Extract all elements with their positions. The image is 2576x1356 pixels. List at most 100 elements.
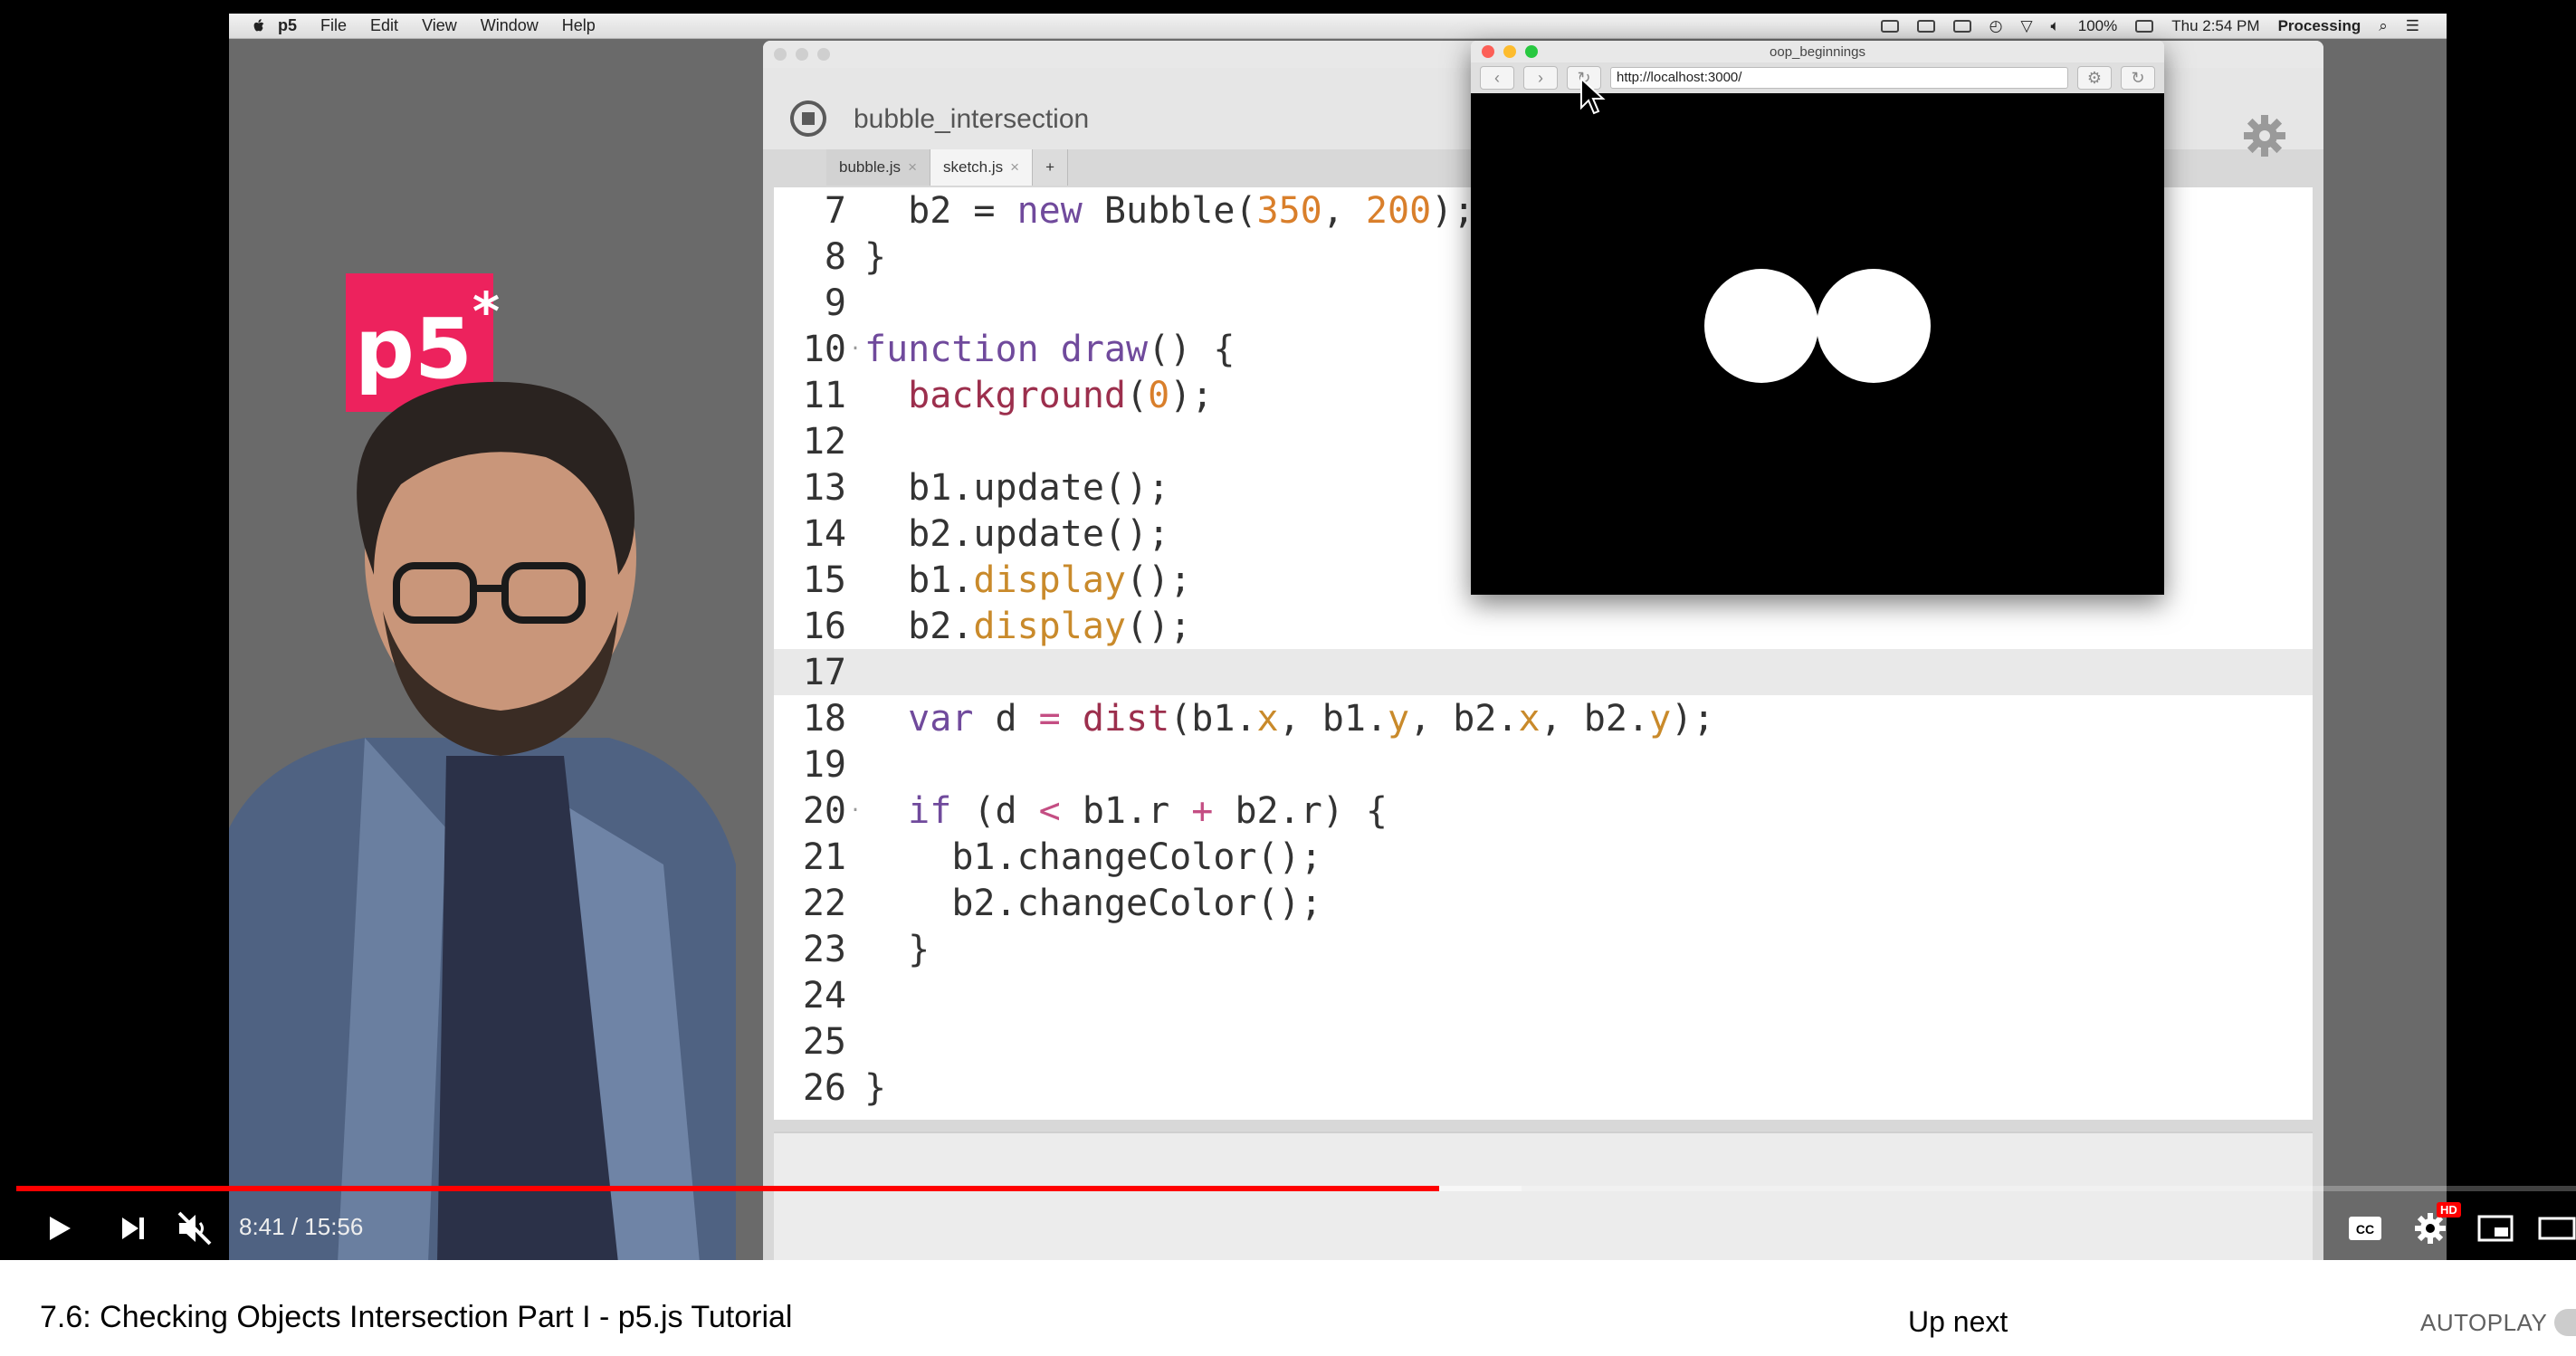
wifi-icon[interactable]: ▽	[2020, 17, 2032, 35]
svg-text:CC: CC	[2356, 1222, 2374, 1237]
menu-file[interactable]: File	[320, 16, 347, 35]
code-text: b2.display();	[864, 605, 1192, 647]
editor-zoom-dot[interactable]	[817, 48, 830, 61]
line-number: 7	[824, 189, 846, 232]
time-total: 15:56	[304, 1213, 364, 1240]
volume-muted-icon[interactable]	[172, 1206, 217, 1251]
browser-toolbar: ‹ › ↻ http://localhost:3000/ ⚙ ↻	[1471, 62, 2164, 93]
code-line[interactable]: 20 · if (d < b1.r + b2.r) {	[774, 788, 2313, 834]
tab-bubble-js[interactable]: bubble.js ×	[826, 149, 930, 186]
presenter-image	[229, 381, 736, 1260]
code-text: b2.changeColor();	[864, 882, 1322, 924]
line-number: 19	[802, 743, 846, 786]
theater-mode-icon[interactable]	[2534, 1206, 2576, 1251]
stop-button[interactable]	[790, 100, 826, 137]
miniplayer-icon[interactable]	[2473, 1206, 2518, 1251]
time-machine-icon[interactable]: ◴	[1989, 17, 2003, 35]
code-text: b1.display();	[864, 559, 1192, 601]
up-next-heading: Up next	[1908, 1305, 2008, 1338]
code-text: background(0);	[908, 374, 1214, 416]
captions-icon[interactable]: CC	[2342, 1206, 2388, 1251]
code-line[interactable]: 18 var d = dist(b1.x, b1.y, b2.x, b2.y);	[774, 695, 2313, 741]
battery-percent[interactable]: 100%	[2078, 17, 2117, 35]
code-line[interactable]: 26}	[774, 1065, 2313, 1111]
address-bar[interactable]: http://localhost:3000/	[1610, 67, 2068, 89]
play-icon[interactable]	[36, 1206, 81, 1251]
code-line[interactable]: 16 b2.display();	[774, 603, 2313, 649]
display-icon[interactable]	[1916, 20, 1935, 33]
fold-marker-icon[interactable]: ·	[846, 338, 864, 360]
code-text: }	[864, 1066, 887, 1109]
video-player[interactable]: p5 File Edit View Window Help ◴ ▽ 🔈︎ 100…	[0, 0, 2576, 1260]
p5-logo-asterisk: *	[472, 281, 501, 342]
line-number: 23	[802, 928, 846, 970]
airplay-icon[interactable]	[1952, 20, 1971, 33]
progress-played	[16, 1186, 1440, 1191]
video-title: 7.6: Checking Objects Intersection Part …	[40, 1300, 793, 1334]
line-number: 18	[802, 697, 846, 740]
back-arrow-icon[interactable]: ‹	[1480, 66, 1514, 90]
hd-badge: HD	[2437, 1202, 2461, 1218]
code-line[interactable]: 17	[774, 649, 2313, 695]
code-line[interactable]: 23 }	[774, 926, 2313, 972]
line-number: 17	[802, 651, 846, 693]
next-icon[interactable]	[110, 1206, 156, 1251]
menubar-clock[interactable]: Thu 2:54 PM	[2171, 17, 2259, 35]
mac-menubar: p5 File Edit View Window Help ◴ ▽ 🔈︎ 100…	[229, 14, 2447, 39]
settings-gear-icon[interactable]	[2242, 113, 2287, 158]
code-line[interactable]: 22 b2.changeColor();	[774, 880, 2313, 926]
player-controls: 8:41 / 15:56 CC HD	[0, 1195, 2576, 1260]
spotlight-icon[interactable]: ⌕	[2379, 17, 2388, 35]
time-display: 8:41 / 15:56	[239, 1213, 363, 1241]
tab-label: sketch.js	[943, 158, 1004, 176]
tab-close-icon[interactable]: ×	[908, 158, 917, 176]
active-app-name[interactable]: Processing	[2278, 17, 2361, 35]
menu-help[interactable]: Help	[562, 16, 596, 35]
file-tabs: bubble.js × sketch.js × +	[826, 149, 1069, 186]
menu-edit[interactable]: Edit	[370, 16, 398, 35]
browser-window: oop_beginnings ‹ › ↻ http://localhost:30…	[1471, 41, 2164, 595]
fold-marker-icon[interactable]: ·	[846, 799, 864, 822]
browser-settings-icon[interactable]: ⚙	[2077, 66, 2112, 90]
browser-refresh-icon[interactable]: ↻	[2121, 66, 2155, 90]
notification-center-icon[interactable]: ☰	[2406, 17, 2419, 35]
browser-title: oop_beginnings	[1770, 43, 1865, 60]
code-text: }	[864, 928, 930, 970]
apple-icon	[253, 18, 264, 31]
sketch-canvas[interactable]	[1471, 93, 2164, 595]
autoplay-label: AUTOPLAY	[2420, 1309, 2548, 1336]
code-line[interactable]: 25	[774, 1018, 2313, 1065]
menu-view[interactable]: View	[422, 16, 457, 35]
line-number: 11	[802, 374, 846, 416]
mouse-cursor-icon	[1580, 77, 1606, 115]
line-number: 13	[802, 466, 846, 509]
code-text: b2 = new Bubble(350, 200);	[864, 189, 1475, 232]
code-line[interactable]: 19	[774, 741, 2313, 788]
tab-close-icon[interactable]: ×	[1010, 158, 1019, 176]
code-text: var d = dist(b1.x, b1.y, b2.x, b2.y);	[908, 697, 1715, 740]
menu-window[interactable]: Window	[481, 16, 539, 35]
menu-app-name[interactable]: p5	[278, 16, 297, 35]
video-frame[interactable]: p5 File Edit View Window Help ◴ ▽ 🔈︎ 100…	[229, 14, 2447, 1260]
volume-icon[interactable]: 🔈︎	[2051, 17, 2060, 35]
editor-close-dot[interactable]	[774, 48, 787, 61]
autoplay-toggle[interactable]	[2554, 1309, 2576, 1336]
progress-bar[interactable]	[16, 1186, 2576, 1191]
tab-sketch-js[interactable]: sketch.js ×	[930, 149, 1034, 186]
line-number: 14	[802, 512, 846, 555]
bubble-2	[1817, 269, 1931, 383]
battery-icon[interactable]	[2135, 20, 2154, 33]
editor-minimize-dot[interactable]	[796, 48, 808, 61]
time-current: 8:41	[239, 1213, 285, 1240]
tab-label: bubble.js	[839, 158, 902, 176]
add-tab-button[interactable]: +	[1033, 149, 1069, 186]
code-line[interactable]: 24	[774, 972, 2313, 1018]
line-number: 8	[824, 235, 846, 278]
forward-arrow-icon[interactable]: ›	[1523, 66, 1558, 90]
dropbox-icon[interactable]	[1880, 20, 1899, 33]
line-number: 20	[802, 789, 846, 832]
line-number: 16	[802, 605, 846, 647]
code-line[interactable]: 21 b1.changeColor();	[774, 834, 2313, 880]
code-text: b2.update();	[864, 512, 1170, 555]
line-number: 24	[802, 974, 846, 1017]
